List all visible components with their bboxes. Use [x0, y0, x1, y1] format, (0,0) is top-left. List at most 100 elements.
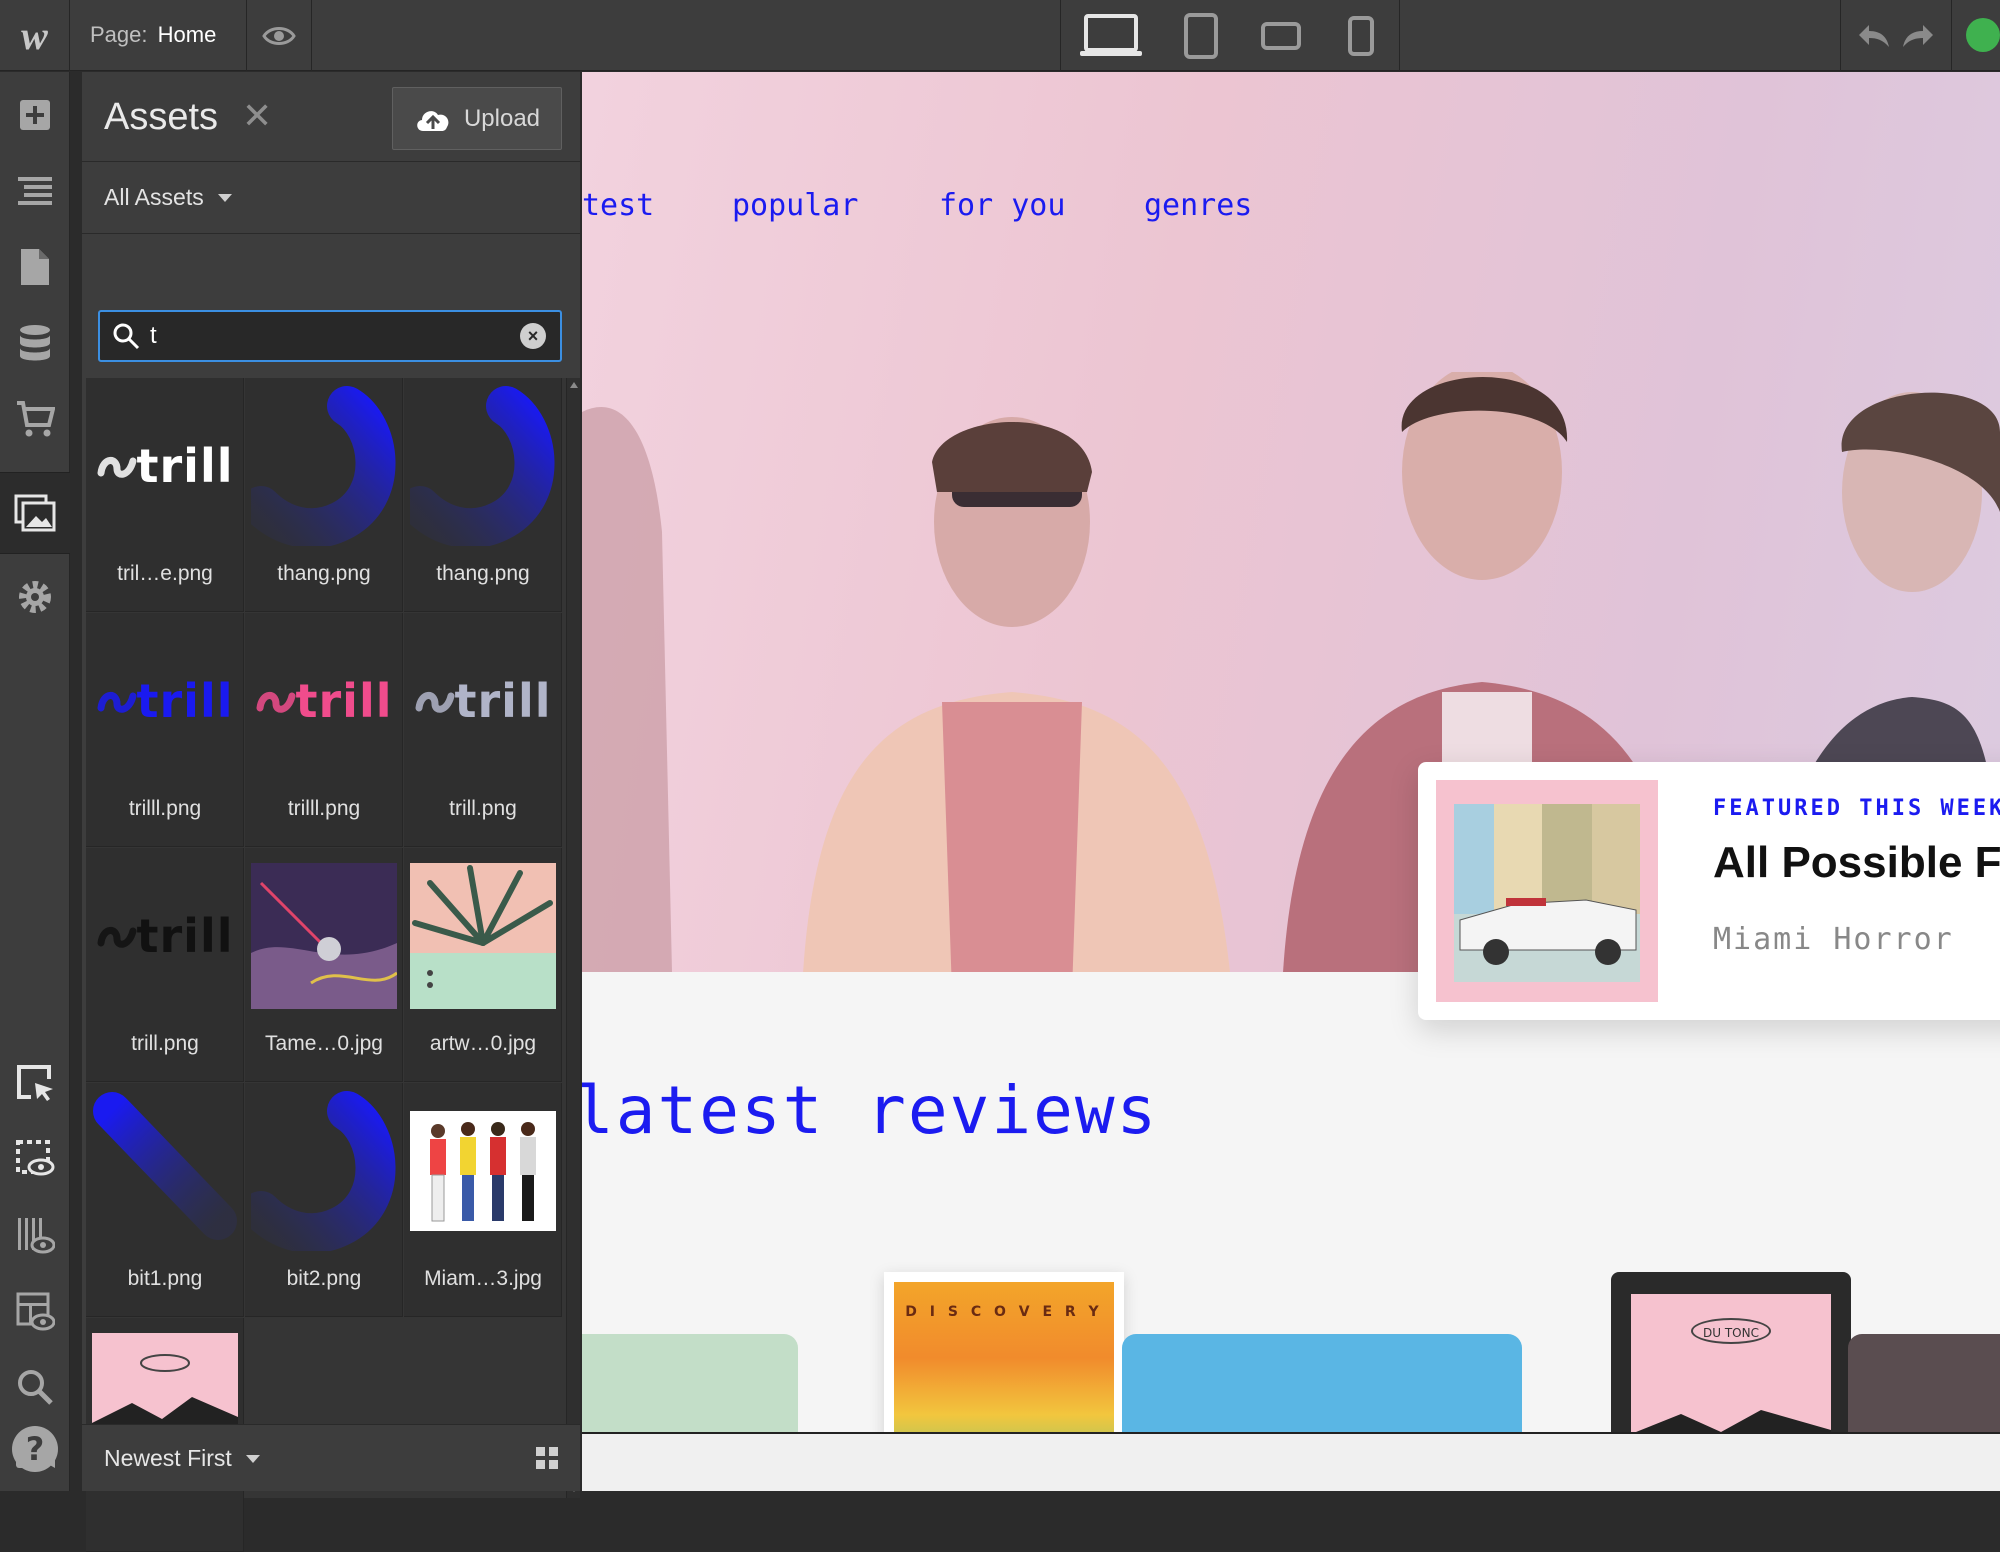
- asset-filter-dropdown[interactable]: All Assets: [104, 184, 232, 211]
- close-icon[interactable]: ✕: [242, 98, 272, 134]
- scroll-up-icon[interactable]: [570, 382, 578, 388]
- mobile-landscape-icon: [1261, 21, 1301, 50]
- nav-link[interactable]: test: [582, 188, 654, 223]
- album-cover: [1436, 780, 1658, 1002]
- asset-thumbnail: trill: [92, 621, 238, 781]
- trill-text: trill: [454, 674, 552, 728]
- webflow-logo[interactable]: w: [0, 0, 70, 71]
- asset-tile[interactable]: trill trilll.png: [86, 613, 244, 847]
- featured-card[interactable]: FEATURED THIS WEEK All Possible Fu Miami…: [1418, 762, 2000, 1020]
- add-icon: [20, 100, 50, 130]
- review-card[interactable]: [1122, 1334, 1522, 1432]
- chevron-down-icon: [245, 1454, 260, 1463]
- assets-scrollbar[interactable]: [566, 378, 580, 1498]
- nav-link[interactable]: popular: [732, 188, 858, 223]
- dutonc-cover: DU TONC: [1631, 1294, 1831, 1432]
- pages-button[interactable]: [0, 232, 70, 302]
- trill-text: trill: [136, 439, 234, 493]
- top-bar: w Page: Home: [0, 0, 2000, 71]
- arc-shape: [251, 386, 396, 546]
- panel-title: Assets: [104, 96, 219, 138]
- asset-thumbnail: [410, 856, 556, 1016]
- select-mode-button[interactable]: [0, 1048, 70, 1118]
- mountains-art: [1636, 1410, 1831, 1432]
- assets-button[interactable]: [0, 472, 70, 554]
- review-card-cover[interactable]: D I S C O V E R Y: [884, 1272, 1124, 1432]
- sort-label: Newest First: [104, 1445, 232, 1471]
- audit-button[interactable]: [0, 1200, 70, 1270]
- eye-icon: [262, 26, 296, 45]
- ecommerce-button[interactable]: [0, 384, 70, 454]
- grid-view-icon[interactable]: [534, 1445, 560, 1471]
- navigator-button[interactable]: [0, 156, 70, 226]
- page-prefix: Page:: [90, 22, 148, 47]
- assets-panel: Assets ✕ Upload All Assets × trill tril…e…: [82, 72, 580, 1552]
- assets-grid: trill tril…e.png thang.png thang.png trill tr…: [86, 378, 566, 1552]
- featured-eyebrow: FEATURED THIS WEEK: [1713, 796, 2000, 821]
- assets-header: Assets ✕ Upload: [82, 72, 580, 162]
- asset-tile[interactable]: thang.png: [245, 378, 403, 612]
- trill-logo: trill: [97, 674, 234, 728]
- trill-text: trill: [136, 674, 234, 728]
- asset-tile[interactable]: thang.png: [404, 378, 562, 612]
- album-photo: [251, 863, 397, 1009]
- add-panel-button[interactable]: [0, 80, 70, 150]
- page-name: Home: [157, 22, 217, 47]
- asset-tile[interactable]: Miam…3.jpg: [404, 1083, 562, 1317]
- mobile-portrait-icon: [1348, 15, 1374, 56]
- asset-thumbnail: trill: [92, 386, 238, 546]
- design-canvas[interactable]: test popular for you genres FEATURED THI…: [582, 72, 2000, 1432]
- left-toolbar: [0, 72, 70, 1491]
- cloud-upload-icon: [417, 110, 449, 131]
- preview-element-button[interactable]: [0, 1124, 70, 1194]
- search-input[interactable]: [150, 316, 510, 356]
- asset-filename: artw…0.jpg: [429, 1032, 537, 1055]
- asset-filename: Tame…0.jpg: [265, 1032, 383, 1055]
- layout-preview-button[interactable]: [0, 1276, 70, 1346]
- redo-icon[interactable]: [1901, 23, 1935, 49]
- asset-tile[interactable]: artw…0.jpg: [404, 848, 562, 1082]
- asset-thumbnail: [92, 1091, 238, 1251]
- nav-link[interactable]: genres: [1144, 188, 1252, 223]
- mobile-portrait-breakpoint-button[interactable]: [1321, 0, 1401, 71]
- mobile-landscape-breakpoint-button[interactable]: [1241, 0, 1321, 71]
- upload-button[interactable]: Upload: [392, 87, 562, 150]
- pages-icon: [21, 249, 49, 285]
- desktop-breakpoint-button[interactable]: [1061, 0, 1161, 71]
- upload-label: Upload: [463, 104, 541, 132]
- asset-thumbnail: trill: [251, 621, 397, 781]
- search-button[interactable]: [0, 1352, 70, 1422]
- asset-filename: bit1.png: [127, 1267, 203, 1290]
- asset-tile[interactable]: trill tril…e.png: [86, 378, 244, 612]
- asset-tile[interactable]: trill trill.png: [86, 848, 244, 1082]
- review-card-cover[interactable]: DU TONC: [1611, 1272, 1851, 1432]
- tablet-breakpoint-button[interactable]: [1161, 0, 1241, 71]
- album-photo: [410, 863, 556, 1009]
- help-icon[interactable]: ?: [12, 1426, 58, 1472]
- asset-tile[interactable]: trill trill.png: [404, 613, 562, 847]
- undo-icon[interactable]: [1857, 23, 1891, 49]
- cover-label: DU TONC: [1691, 1318, 1771, 1344]
- asset-tile[interactable]: trill trilll.png: [245, 613, 403, 847]
- clear-search-icon[interactable]: ×: [520, 323, 546, 349]
- page-selector[interactable]: Page: Home: [90, 22, 216, 48]
- featured-title: All Possible Fu: [1713, 838, 2000, 887]
- preview-button[interactable]: [246, 0, 312, 71]
- sort-dropdown[interactable]: Newest First: [104, 1445, 260, 1472]
- asset-tile[interactable]: bit1.png: [86, 1083, 244, 1317]
- nav-link[interactable]: for you: [939, 188, 1065, 223]
- cms-button[interactable]: [0, 308, 70, 378]
- cover-label: D I S C O V E R Y: [905, 1304, 1103, 1320]
- review-card[interactable]: [582, 1334, 798, 1432]
- filter-row: All Assets: [82, 162, 580, 234]
- canvas-bottom-bar: [582, 1432, 2000, 1491]
- settings-button[interactable]: [0, 562, 70, 632]
- search-row: ×: [82, 234, 580, 374]
- asset-tile[interactable]: bit2.png: [245, 1083, 403, 1317]
- asset-filename: tril…e.png: [117, 562, 213, 585]
- preview-element-icon: [16, 1140, 55, 1176]
- featured-artist: Miami Horror: [1713, 922, 1954, 957]
- asset-tile[interactable]: Tame…0.jpg: [245, 848, 403, 1082]
- publish-status-icon[interactable]: [1966, 18, 2000, 52]
- review-card[interactable]: [1848, 1334, 2000, 1432]
